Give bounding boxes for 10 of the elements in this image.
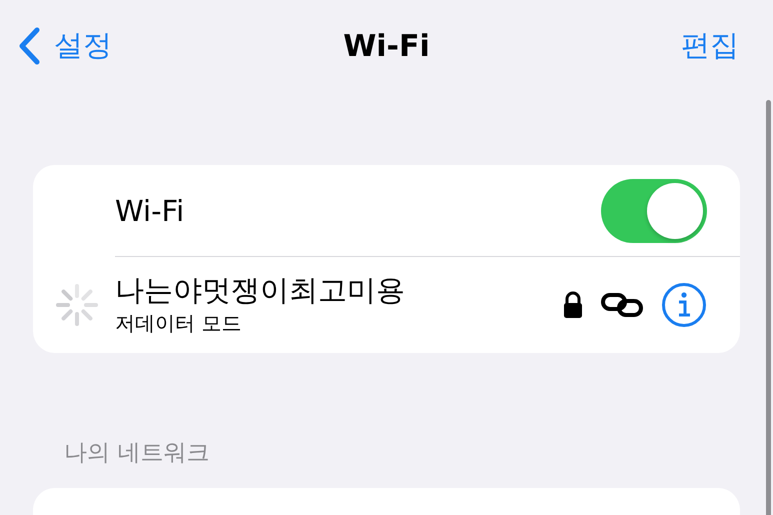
network-mode: 저데이터 모드 [115, 310, 242, 337]
chevron-left-icon [18, 27, 40, 65]
page-title: Wi-Fi [343, 28, 430, 64]
wifi-label: Wi-Fi [115, 194, 184, 228]
back-button[interactable]: 설정 [18, 26, 112, 66]
info-button[interactable] [661, 282, 707, 328]
network-name: 나는야멋쟁이최고미용 [115, 273, 406, 308]
section-header: 나의 네트워크 [64, 440, 210, 466]
edit-button[interactable]: 편집 [681, 26, 739, 66]
link-icon [601, 292, 643, 318]
